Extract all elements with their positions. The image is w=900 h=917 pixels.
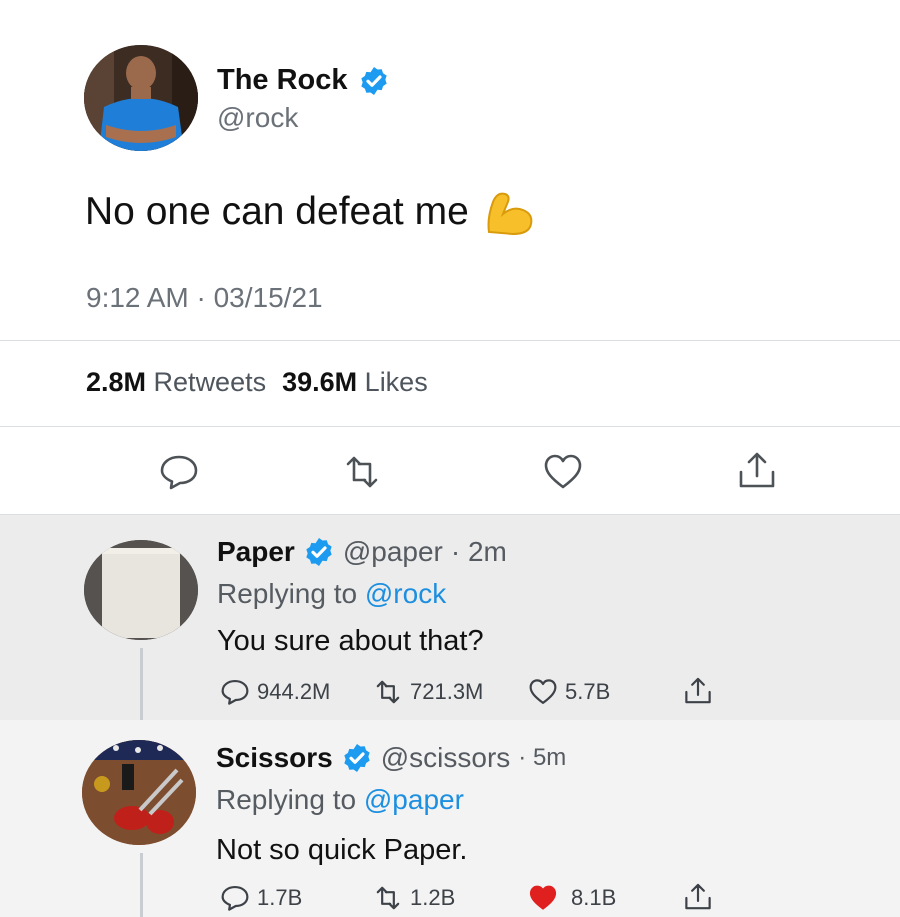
reply-icon	[221, 886, 249, 911]
tweet-stats: 2.8M Retweets 39.6M Likes	[86, 367, 428, 398]
retweet-count: 721.3M	[410, 679, 484, 704]
reply-count: 944.2M	[257, 679, 331, 704]
retweet-icon	[376, 680, 400, 704]
replying-prefix: Replying to	[216, 784, 357, 815]
likes-stat[interactable]: 39.6M Likes	[282, 367, 428, 398]
author-name[interactable]: The Rock	[217, 64, 348, 97]
verified-badge-icon	[360, 66, 387, 95]
like-count: 5.7B	[565, 679, 611, 704]
reply-author-handle[interactable]: @paper	[343, 536, 443, 568]
mention-link[interactable]: @paper	[364, 784, 464, 815]
retweet-button[interactable]: 721.3M	[372, 676, 483, 708]
replying-prefix: Replying to	[217, 578, 358, 609]
like-icon	[529, 679, 557, 704]
thread-line	[140, 853, 143, 917]
like-button[interactable]: 8.1B	[527, 882, 616, 914]
reply-header: Paper @paper · 2m	[217, 536, 507, 568]
divider	[0, 340, 900, 341]
share-icon	[685, 883, 711, 910]
verified-badge-icon	[344, 744, 370, 772]
retweet-button[interactable]: 1.2B	[372, 882, 455, 914]
retweets-stat[interactable]: 2.8M Retweets	[86, 367, 266, 398]
like-count: 8.1B	[571, 885, 617, 910]
reply-time: · 2m	[450, 536, 507, 567]
reply-time: · 5m	[518, 744, 567, 771]
retweet-icon[interactable]	[340, 450, 384, 494]
retweet-count: 1.2B	[410, 885, 456, 910]
tweet-text: No one can defeat me	[85, 188, 535, 236]
main-tweet: The Rock @rock No one can defeat me 9:12…	[0, 0, 900, 515]
share-icon[interactable]	[735, 450, 779, 494]
share-button[interactable]	[682, 676, 714, 708]
flexed-biceps-emoji-icon	[487, 192, 533, 236]
reply-author-name[interactable]: Paper	[217, 536, 295, 568]
divider	[0, 426, 900, 427]
like-button[interactable]: 5.7B	[527, 676, 610, 708]
likes-label: Likes	[364, 367, 428, 397]
reply-button[interactable]: 944.2M	[219, 676, 330, 708]
author-handle[interactable]: @rock	[217, 102, 298, 134]
retweets-label: Retweets	[153, 367, 267, 397]
tweet-timestamp: 9:12 AM · 03/15/21	[86, 282, 323, 313]
mention-link[interactable]: @rock	[365, 578, 446, 609]
reply-text: Not so quick Paper.	[216, 834, 468, 866]
reply-icon[interactable]	[157, 450, 201, 494]
avatar[interactable]	[82, 740, 196, 845]
reply-count: 1.7B	[257, 885, 303, 910]
avatar[interactable]	[84, 540, 198, 640]
verified-badge-icon	[306, 538, 332, 566]
reply-icon	[221, 680, 249, 705]
reply-author-handle[interactable]: @scissors	[381, 742, 511, 774]
retweets-count: 2.8M	[86, 367, 147, 397]
reply-header: Scissors @scissors · 5m	[216, 742, 566, 774]
retweet-icon	[376, 886, 400, 910]
like-icon[interactable]	[541, 450, 585, 494]
replying-to: Replying to @paper	[216, 784, 464, 816]
tweet-body: No one can defeat me	[85, 190, 469, 233]
liked-heart-icon	[529, 885, 557, 910]
reply-text: You sure about that?	[217, 625, 484, 657]
reply-author-name[interactable]: Scissors	[216, 742, 333, 774]
share-icon	[685, 677, 711, 704]
tweet-action-bar	[0, 428, 900, 514]
avatar[interactable]	[84, 45, 198, 151]
replying-to: Replying to @rock	[217, 578, 446, 610]
share-button[interactable]	[682, 882, 714, 914]
thread-line	[140, 648, 143, 720]
reply-button[interactable]: 1.7B	[219, 882, 302, 914]
likes-count: 39.6M	[282, 367, 358, 397]
